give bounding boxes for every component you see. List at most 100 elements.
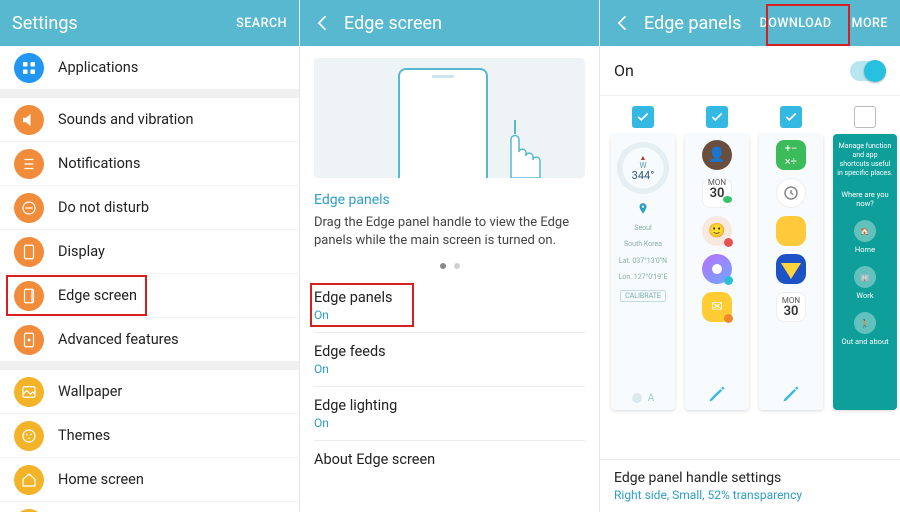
pin-icon <box>636 202 650 216</box>
edge-appbar: Edge screen <box>300 0 599 46</box>
themes-icon <box>14 421 44 451</box>
settings-item-do-not-disturb[interactable]: Do not disturb <box>0 186 299 230</box>
wallet-icon <box>776 216 806 246</box>
grid-icon <box>14 53 44 83</box>
dot-active <box>440 263 446 269</box>
panel-check-4[interactable] <box>854 106 876 128</box>
edge-row-edge-lighting[interactable]: Edge lightingOn <box>314 386 585 440</box>
teal-out-label: Out and about <box>841 337 888 346</box>
calendar2-icon: MON30 <box>776 292 806 322</box>
teal-work-label: Work <box>856 291 873 300</box>
teal-home: 🏠Home <box>854 220 876 254</box>
edge-row-edge-panels[interactable]: Edge panels On <box>314 279 585 332</box>
panel-check-2[interactable] <box>706 106 728 128</box>
settings-item-label: Notifications <box>58 155 140 172</box>
edit-icon[interactable] <box>781 384 801 404</box>
teal-question: Where are you now? <box>837 190 893 208</box>
back-icon[interactable] <box>612 12 634 34</box>
compass-deg: 344° <box>632 170 655 181</box>
page-dots <box>314 263 585 269</box>
row-title: About Edge screen <box>314 451 585 468</box>
lock-icon <box>14 509 44 512</box>
edge-icon <box>14 281 44 311</box>
settings-appbar: Settings SEARCH <box>0 0 299 46</box>
toggle-switch[interactable] <box>850 61 886 81</box>
panel-preview-apps: +−×÷ MON30 <box>759 134 823 410</box>
panel-check-3[interactable] <box>780 106 802 128</box>
edge-row-edge-feeds[interactable]: Edge feedsOn <box>314 332 585 386</box>
contact-icon: 🙂 <box>702 216 732 246</box>
settings-item-display[interactable]: Display <box>0 230 299 274</box>
edge-body: Edge panels Drag the Edge panel handle t… <box>300 46 599 512</box>
settings-item-home-screen[interactable]: Home screen <box>0 458 299 502</box>
download-action[interactable]: DOWNLOAD <box>760 16 832 31</box>
settings-item-themes[interactable]: Themes <box>0 414 299 458</box>
wall-icon <box>14 377 44 407</box>
app-y-icon <box>776 254 806 284</box>
settings-item-lock-screen-and-security[interactable]: Lock screen and security <box>0 502 299 512</box>
settings-item-label: Edge screen <box>58 287 137 304</box>
hand-icon <box>489 112 545 178</box>
teal-work: 🏢Work <box>854 266 876 300</box>
settings-item-label: Sounds and vibration <box>58 111 194 128</box>
settings-list: Applications Sounds and vibration Notifica… <box>0 46 299 512</box>
settings-item-label: Display <box>58 243 105 260</box>
adv-icon <box>14 325 44 355</box>
panel-col-2[interactable]: 👤 MON30 🙂 ✉ <box>684 106 750 451</box>
edge-screen: Edge screen Edge panels Drag the Edge pa… <box>300 0 600 512</box>
edge-row-about-edge-screen[interactable]: About Edge screen <box>314 440 585 478</box>
search-action[interactable]: SEARCH <box>236 16 287 31</box>
row-state: On <box>314 362 585 376</box>
row-state: On <box>314 416 585 430</box>
loc-lat: Lat. 037°13'0"N <box>619 257 667 265</box>
settings-item-notifications[interactable]: Notifications <box>0 142 299 186</box>
panel-preview-people: 👤 MON30 🙂 ✉ <box>685 134 749 410</box>
teal-out: 🚶Out and about <box>841 312 888 346</box>
display-icon <box>14 237 44 267</box>
settings-item-advanced-features[interactable]: Advanced features <box>0 318 299 362</box>
loc-country: South Korea <box>624 240 662 248</box>
back-icon[interactable] <box>312 12 334 34</box>
edge-panels-screen: Edge panels DOWNLOAD MORE On ▲ W 344° Se… <box>600 0 900 512</box>
list-icon <box>14 149 44 179</box>
handle-settings-row[interactable]: Edge panel handle settings Right side, S… <box>600 459 900 512</box>
mail-icon: ✉ <box>702 292 732 322</box>
edit-icon[interactable] <box>707 384 727 404</box>
settings-screen: Settings SEARCH Applications Sounds and v… <box>0 0 300 512</box>
calibrate-button[interactable]: CALIBRATE <box>620 290 666 302</box>
more-action[interactable]: MORE <box>852 16 888 31</box>
dot <box>454 263 460 269</box>
toggle-label: On <box>614 61 850 80</box>
calc-icon: +−×÷ <box>776 140 806 170</box>
sound-icon <box>14 105 44 135</box>
row-title: Edge panels <box>314 289 585 306</box>
master-toggle-row[interactable]: On <box>600 46 900 96</box>
clock-icon <box>776 178 806 208</box>
panel-col-4[interactable]: Manage function and app shortcuts useful… <box>832 106 898 451</box>
edge-panels-desc: Drag the Edge panel handle to view the E… <box>314 214 585 249</box>
loc-city: Seoul <box>634 224 651 232</box>
settings-item-edge-screen[interactable]: Edge screen <box>0 274 299 318</box>
settings-title: Settings <box>12 13 226 34</box>
settings-item-wallpaper[interactable]: Wallpaper <box>0 370 299 414</box>
panel-check-1[interactable] <box>632 106 654 128</box>
edge-title: Edge screen <box>344 13 587 34</box>
settings-item-label: Themes <box>58 427 110 444</box>
phone-icon <box>398 68 488 178</box>
settings-item-sounds-and-vibration[interactable]: Sounds and vibration <box>0 98 299 142</box>
panel-preview-places: Manage function and app shortcuts useful… <box>833 134 897 410</box>
panel-col-3[interactable]: +−×÷ MON30 <box>758 106 824 451</box>
settings-item-applications[interactable]: Applications <box>0 46 299 90</box>
settings-item-label: Home screen <box>58 471 144 488</box>
compass-icon: ▲ W 344° <box>617 142 669 194</box>
row-state: On <box>314 308 585 322</box>
settings-item-label: Advanced features <box>58 331 179 348</box>
edge-options-list: Edge panelsOnEdge feedsOnEdge lightingOn… <box>314 279 585 478</box>
calendar-icon: MON30 <box>702 178 732 208</box>
handle-desc: Right side, Small, 52% transparency <box>614 488 886 502</box>
settings-item-label: Wallpaper <box>58 383 122 400</box>
panel-col-1[interactable]: ▲ W 344° Seoul South Korea Lat. 037°13'0… <box>610 106 676 451</box>
avatar-icon: 👤 <box>702 140 732 170</box>
panel-previews: ▲ W 344° Seoul South Korea Lat. 037°13'0… <box>600 96 900 459</box>
panel-preview-compass: ▲ W 344° Seoul South Korea Lat. 037°13'0… <box>611 134 675 410</box>
